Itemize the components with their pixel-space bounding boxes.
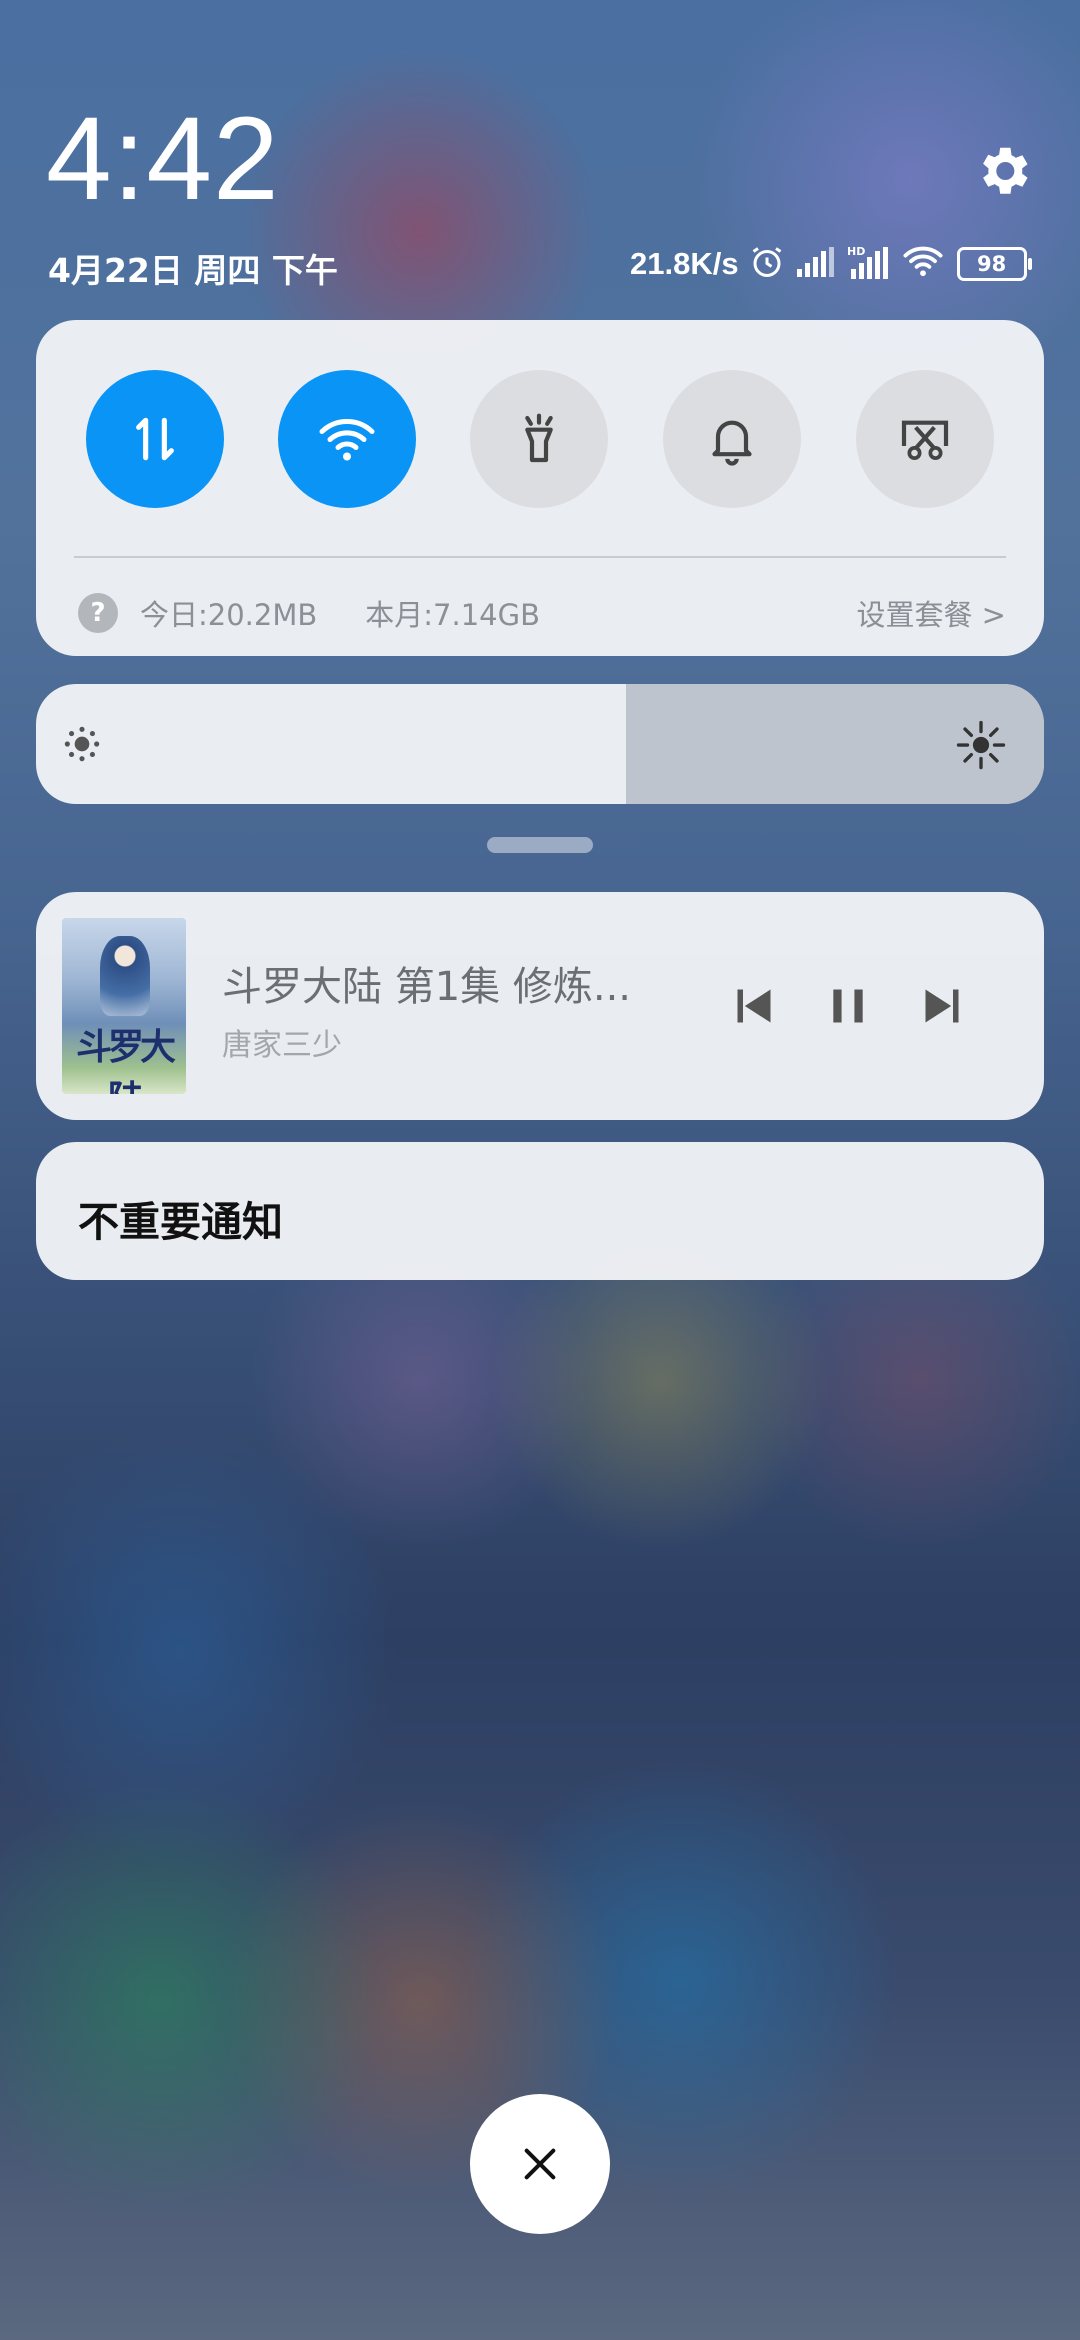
previous-button[interactable] bbox=[724, 976, 784, 1036]
status-bar: 21.8K/s HD 98 bbox=[630, 244, 1032, 284]
wifi-icon bbox=[319, 419, 375, 461]
wifi-status-icon bbox=[903, 246, 943, 282]
alarm-icon bbox=[749, 244, 785, 284]
battery-icon: 98 bbox=[956, 247, 1032, 281]
pause-icon bbox=[833, 989, 863, 1023]
clock: 4:42 bbox=[46, 93, 280, 225]
mobile-data-toggle[interactable] bbox=[86, 370, 224, 508]
bell-icon bbox=[712, 420, 752, 466]
screenshot-icon bbox=[901, 420, 949, 461]
brightness-low-icon bbox=[64, 726, 100, 762]
data-arrows-icon bbox=[136, 417, 174, 461]
screenshot-toggle[interactable] bbox=[856, 370, 994, 508]
data-month: 本月:7.14GB bbox=[365, 598, 540, 632]
battery-level: 98 bbox=[976, 252, 1007, 276]
song-artist: 唐家三少 bbox=[222, 1028, 342, 1063]
quick-settings-panel: ? 今日:20.2MB 本月:7.14GB 设置套餐 > bbox=[36, 320, 1044, 656]
clear-all-button[interactable] bbox=[470, 2094, 610, 2234]
album-art-title: 斗罗大陆 bbox=[75, 1027, 176, 1094]
song-title: 斗罗大陆 第1集 修炼... bbox=[222, 964, 632, 1010]
help-icon[interactable]: ? bbox=[78, 593, 118, 633]
divider bbox=[74, 556, 1006, 558]
panel-drag-handle[interactable] bbox=[487, 837, 593, 853]
album-art: 斗罗大陆 bbox=[62, 918, 186, 1094]
gear-icon[interactable] bbox=[972, 140, 1034, 202]
unimportant-notifications-label: 不重要通知 bbox=[78, 1198, 283, 1246]
album-figure bbox=[100, 936, 150, 1016]
hd-signal-icon: HD bbox=[847, 245, 893, 283]
data-today: 今日:20.2MB bbox=[140, 598, 318, 632]
wifi-toggle[interactable] bbox=[278, 370, 416, 508]
flashlight-toggle[interactable] bbox=[470, 370, 608, 508]
close-icon bbox=[524, 2148, 556, 2180]
skip-previous-icon bbox=[737, 989, 771, 1023]
brightness-high-icon bbox=[956, 720, 1006, 770]
next-button[interactable] bbox=[912, 976, 972, 1036]
flashlight-icon bbox=[525, 413, 553, 463]
network-speed: 21.8K/s bbox=[630, 246, 739, 281]
date-label: 4月22日 周四 下午 bbox=[48, 251, 338, 290]
set-plan-link[interactable]: 设置套餐 > bbox=[856, 592, 1006, 634]
pause-button[interactable] bbox=[818, 976, 878, 1036]
brightness-slider[interactable] bbox=[36, 684, 1044, 804]
ringer-toggle[interactable] bbox=[663, 370, 801, 508]
data-usage-row: ? 今日:20.2MB 本月:7.14GB 设置套餐 > bbox=[78, 588, 1006, 638]
skip-next-icon bbox=[925, 989, 959, 1023]
media-player-card[interactable]: 斗罗大陆 斗罗大陆 第1集 修炼... 唐家三少 bbox=[36, 892, 1044, 1120]
unimportant-notifications[interactable]: 不重要通知 bbox=[36, 1142, 1044, 1280]
svg-text:HD: HD bbox=[847, 245, 865, 258]
signal-icon bbox=[795, 247, 837, 281]
